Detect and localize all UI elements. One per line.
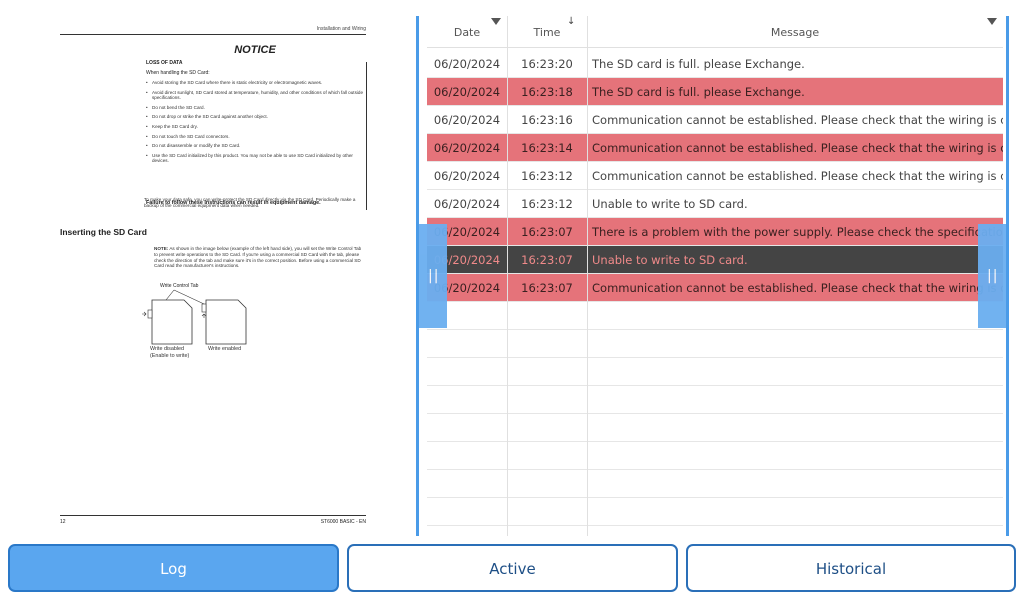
notice-item: Do not touch the SD Card connectors. <box>146 134 364 140</box>
manual-page: Installation and Wiring NOTICE LOSS OF D… <box>60 22 367 528</box>
notice-box: NOTICE LOSS OF DATA When handling the SD… <box>144 42 367 214</box>
notice-item: Keep the SD Card dry. <box>146 124 364 130</box>
cell-message: Communication cannot be established. Ple… <box>592 141 1003 155</box>
cell-time: 16:23:12 <box>521 197 573 211</box>
cell-message: Communication cannot be established. Ple… <box>592 113 1003 127</box>
notice-item: Avoid storing the SD Card where there is… <box>146 80 364 86</box>
sort-down-icon[interactable] <box>491 18 501 25</box>
cell-message: The SD card is full. please Exchange. <box>592 57 805 71</box>
right-drag-handle[interactable]: || <box>978 224 1006 328</box>
cell-time: 16:23:07 <box>521 225 573 239</box>
log-table-header: Date Time ↓ Message <box>427 16 1003 48</box>
cell-message: Unable to write to SD card. <box>592 253 748 267</box>
grip-icon: || <box>428 268 440 284</box>
cell-time: 16:23:07 <box>521 281 573 295</box>
empty-row <box>427 470 1003 498</box>
notice-item: Do not bend the SD Card. <box>146 105 364 111</box>
section-title: Inserting the SD Card <box>60 227 147 237</box>
manual-footer-rule <box>60 515 366 516</box>
sort-arrow-down-icon[interactable]: ↓ <box>567 16 575 27</box>
cell-date: 06/20/2024 <box>433 113 501 127</box>
cell-date: 06/20/2024 <box>433 197 501 211</box>
table-row[interactable]: 06/20/2024 16:23:07 There is a problem wit… <box>427 218 1003 246</box>
manual-footer-title: ST6000 BASIC - EN <box>320 519 366 525</box>
empty-row <box>427 386 1003 414</box>
note-text: As shown in the image below (example of … <box>154 246 362 269</box>
sort-down-icon[interactable] <box>987 18 997 25</box>
cell-time: 16:23:07 <box>521 253 573 267</box>
table-row[interactable]: 06/20/2024 16:23:07 Communication cannot b… <box>427 274 1003 302</box>
table-row[interactable]: 06/20/2024 16:23:12 Communication cannot b… <box>427 162 1003 190</box>
cell-time: 16:23:20 <box>521 57 573 71</box>
table-row[interactable]: 06/20/2024 16:23:14 Communication cannot b… <box>427 134 1003 162</box>
empty-row <box>427 358 1003 386</box>
cell-date: 06/20/2024 <box>433 57 501 71</box>
cell-time: 16:23:18 <box>521 85 573 99</box>
historical-button[interactable]: Historical <box>686 544 1016 592</box>
manual-header-rule <box>60 34 366 35</box>
cell-time: 16:23:14 <box>521 141 573 155</box>
cell-date: 06/20/2024 <box>433 169 501 183</box>
notice-title: NOTICE <box>234 44 276 56</box>
left-drag-handle[interactable]: || <box>419 224 447 328</box>
cell-message: The SD card is full. please Exchange. <box>592 85 805 99</box>
table-row[interactable]: 06/20/2024 16:23:12 Unable to write to SD … <box>427 190 1003 218</box>
cell-date: 06/20/2024 <box>433 141 501 155</box>
column-header-time[interactable]: Time ↓ <box>507 16 587 48</box>
table-row[interactable]: 06/20/2024 16:23:20 The SD card is full. p… <box>427 50 1003 78</box>
manual-note: NOTE: As shown in the image below (examp… <box>154 246 366 269</box>
manual-header: Installation and Wiring <box>316 26 366 32</box>
column-divider <box>507 16 508 536</box>
log-button[interactable]: Log <box>8 544 339 592</box>
empty-row <box>427 330 1003 358</box>
empty-row <box>427 442 1003 470</box>
cell-time: 16:23:12 <box>521 169 573 183</box>
note-label: NOTE: <box>154 246 169 251</box>
table-row[interactable]: 06/20/2024 16:23:18 The SD card is full. p… <box>427 78 1003 106</box>
notice-item: Do not disassemble or modify the SD Card… <box>146 143 364 149</box>
cell-time: 16:23:16 <box>521 113 573 127</box>
notice-item: Do not drop or strike the SD Card agains… <box>146 114 364 120</box>
notice-subtitle: LOSS OF DATA <box>146 60 183 66</box>
cell-message: Unable to write to SD card. <box>592 197 748 211</box>
cell-message: Communication cannot be established. Ple… <box>592 281 1003 295</box>
notice-list: Avoid storing the SD Card where there is… <box>146 80 364 168</box>
notice-item: Use the SD Card initialized by this prod… <box>146 153 364 164</box>
column-header-message[interactable]: Message <box>587 16 1003 48</box>
active-button[interactable]: Active <box>347 544 678 592</box>
empty-row <box>427 414 1003 442</box>
card-right-label: Write enabled <box>208 346 242 352</box>
column-header-date[interactable]: Date <box>427 16 507 48</box>
manual-paragraph: To make your data safe, you can write-pr… <box>144 197 356 208</box>
column-divider <box>587 16 588 536</box>
notice-item: Avoid direct sunlight, SD Card stored at… <box>146 90 364 101</box>
page-number: 12 <box>60 519 66 525</box>
log-panel: Date Time ↓ Message 06/20/2024 16:23:20 Th… <box>416 16 1009 536</box>
cell-date: 06/20/2024 <box>433 85 501 99</box>
empty-row <box>427 498 1003 526</box>
cell-message: There is a problem with the power supply… <box>592 225 1003 239</box>
empty-row <box>427 302 1003 330</box>
table-row[interactable]: 06/20/2024 16:23:07 Unable to write to SD … <box>427 246 1003 274</box>
notice-border <box>366 62 367 210</box>
table-row[interactable]: 06/20/2024 16:23:16 Communication cannot b… <box>427 106 1003 134</box>
notice-intro: When handling the SD Card: <box>146 70 210 76</box>
grip-icon: || <box>987 268 999 284</box>
sd-card-illustration <box>142 289 247 345</box>
card-left-label: Write disabled (Enable to write) <box>150 346 190 359</box>
cell-message: Communication cannot be established. Ple… <box>592 169 1003 183</box>
